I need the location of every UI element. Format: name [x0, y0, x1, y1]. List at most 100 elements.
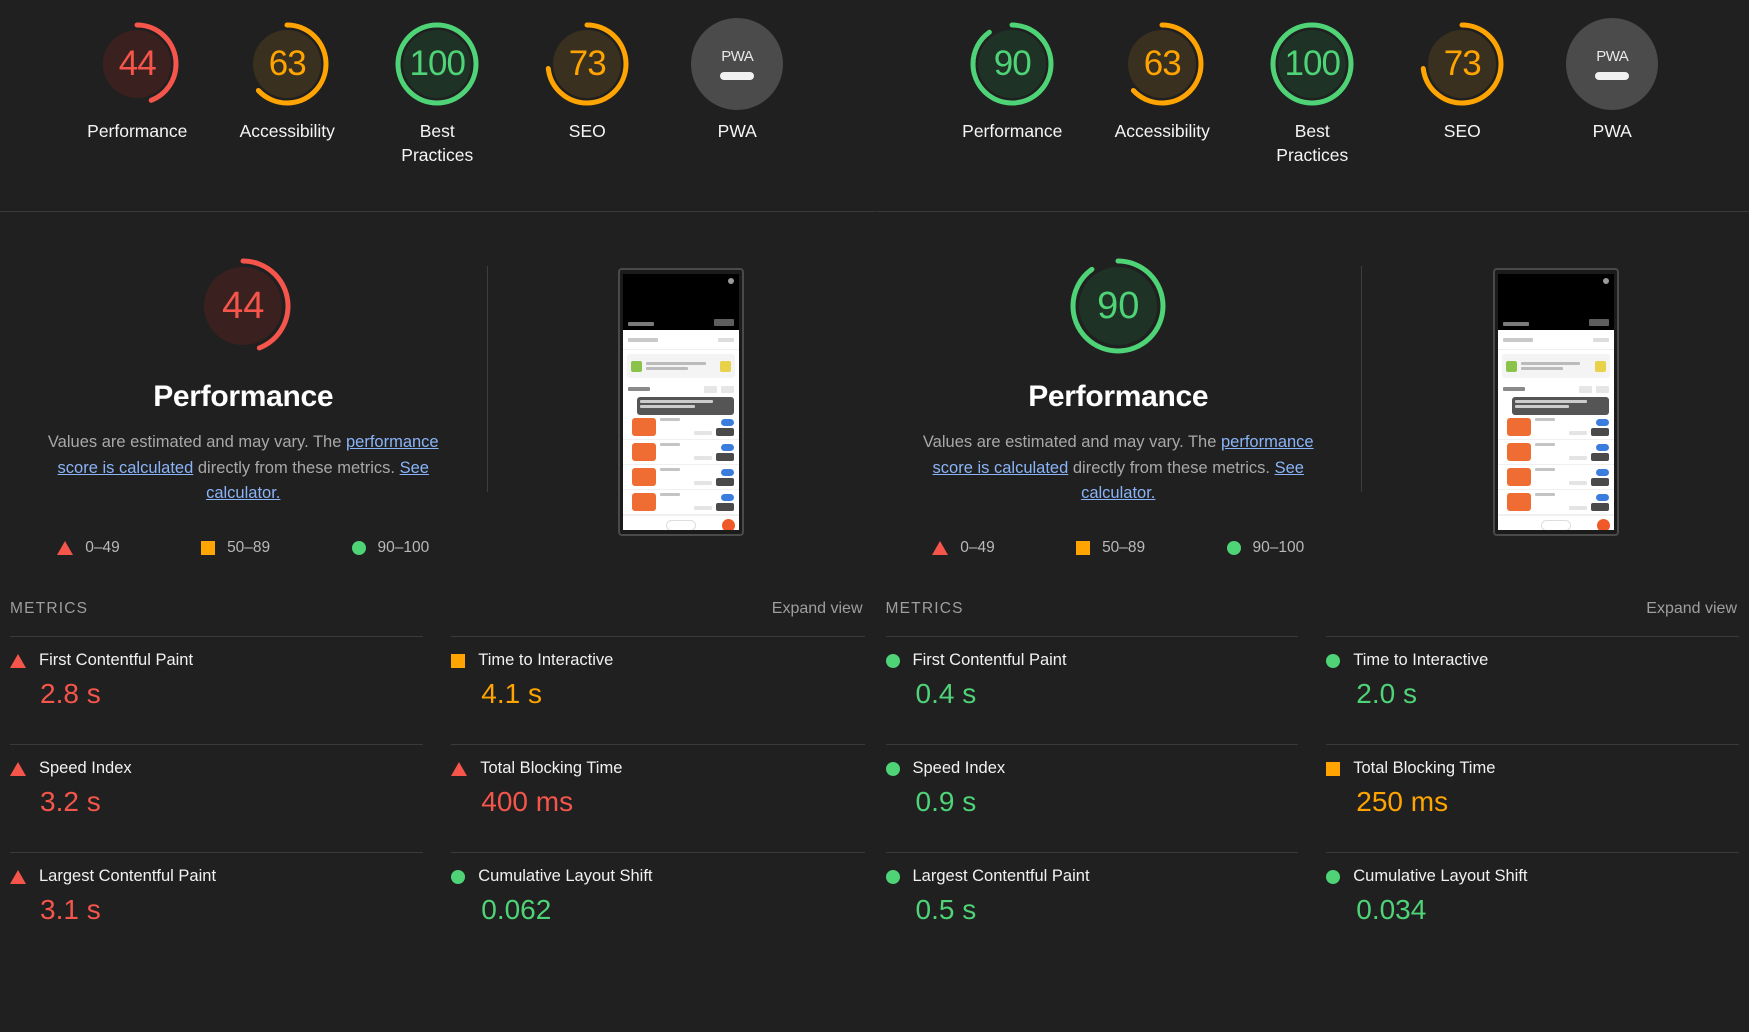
- circle-icon: [885, 761, 900, 776]
- gauge-score-value: 100: [409, 44, 466, 83]
- metric-largest-contentful-paint[interactable]: Largest Contentful Paint 3.1 s: [10, 852, 424, 960]
- gauge-best-practices[interactable]: 100 Best Practices: [367, 18, 507, 167]
- metric-time-to-interactive[interactable]: Time to Interactive 4.1 s: [451, 636, 865, 744]
- circle-icon: [1326, 653, 1341, 668]
- final-screenshot-container: [486, 266, 875, 536]
- score-gauge-strip: 90 Performance 63 Accessibility 100 Best…: [875, 0, 1749, 212]
- metric-cumulative-layout-shift[interactable]: Cumulative Layout Shift 0.062: [451, 852, 865, 960]
- legend-range: 90–100: [1252, 538, 1305, 556]
- metrics-header: METRICS Expand view: [876, 582, 1749, 636]
- gauge-accessibility[interactable]: 63 Accessibility: [217, 18, 357, 144]
- circle-icon: [885, 653, 900, 668]
- metric-speed-index[interactable]: Speed Index 3.2 s: [10, 744, 424, 852]
- gauge-performance[interactable]: 44 Performance: [67, 18, 207, 144]
- gauge-ring-best-practices: 100: [391, 18, 483, 110]
- metric-first-contentful-paint[interactable]: First Contentful Paint 2.8 s: [10, 636, 424, 744]
- legend-item-good: 90–100: [1226, 538, 1305, 557]
- gauge-ring-best-practices: 100: [1266, 18, 1358, 110]
- performance-hero-section: 44 Performance Values are estimated and …: [0, 212, 875, 582]
- performance-summary: 44 Performance Values are estimated and …: [0, 254, 487, 557]
- gauge-performance[interactable]: 90 Performance: [942, 18, 1082, 144]
- legend-range: 0–49: [960, 538, 995, 556]
- metric-value: 2.8 s: [40, 678, 101, 709]
- gauge-ring-seo: 73: [541, 18, 633, 110]
- metric-value: 0.9 s: [915, 786, 977, 817]
- circle-icon: [451, 869, 466, 884]
- metric-label: Total Blocking Time: [480, 759, 623, 777]
- metric-speed-index[interactable]: Speed Index 0.9 s: [885, 744, 1299, 852]
- metric-value: 0.5 s: [915, 894, 977, 925]
- gauge-seo[interactable]: 73 SEO: [1392, 18, 1532, 144]
- gauge-label: Best Practices: [1276, 121, 1349, 165]
- legend-item-poor: 0–49: [932, 538, 995, 557]
- metric-label: Largest Contentful Paint: [912, 867, 1090, 885]
- gauge-label: Performance: [962, 121, 1063, 141]
- hero-description: Values are estimated and may vary. The p…: [920, 430, 1316, 507]
- gauge-ring-performance: 90: [966, 18, 1058, 110]
- gauge-label: Performance: [87, 121, 188, 141]
- gauge-accessibility[interactable]: 63 Accessibility: [1092, 18, 1232, 144]
- metric-value: 4.1 s: [481, 678, 542, 709]
- square-icon: [451, 653, 466, 668]
- final-screenshot-container: [1361, 266, 1749, 536]
- final-screenshot-thumbnail[interactable]: [618, 268, 744, 536]
- legend-range: 50–89: [227, 538, 271, 556]
- legend-item-poor: 0–49: [57, 538, 120, 557]
- desc-text-2: directly from these metrics.: [193, 458, 400, 477]
- hero-gauge-ring: 44: [191, 254, 295, 358]
- report-panel-after: 90 Performance 63 Accessibility 100 Best…: [874, 0, 1749, 1032]
- score-legend: 0–49 50–89 90–100: [43, 539, 443, 557]
- metric-total-blocking-time[interactable]: Total Blocking Time 400 ms: [451, 744, 865, 852]
- gauge-label: Accessibility: [1114, 121, 1210, 141]
- metric-label: Speed Index: [912, 759, 1006, 777]
- metrics-title: METRICS: [10, 600, 89, 617]
- metric-time-to-interactive[interactable]: Time to Interactive 2.0 s: [1326, 636, 1739, 744]
- gauge-best-practices[interactable]: 100 Best Practices: [1242, 18, 1382, 167]
- hero-gauge-ring: 90: [1066, 254, 1170, 358]
- circle-icon: [1326, 869, 1341, 884]
- pwa-badge-icon: PWA: [691, 18, 784, 110]
- gauge-score-value: 100: [1284, 44, 1341, 83]
- metrics-grid: First Contentful Paint 0.4 s Time to Int…: [876, 636, 1749, 960]
- metric-first-contentful-paint[interactable]: First Contentful Paint 0.4 s: [885, 636, 1299, 744]
- gauge-ring-accessibility: 63: [241, 18, 333, 110]
- metric-value: 0.4 s: [915, 678, 977, 709]
- gauge-pwa[interactable]: PWA PWA: [1542, 18, 1682, 144]
- legend-item-average: 50–89: [201, 539, 270, 557]
- metric-label: Cumulative Layout Shift: [478, 867, 653, 885]
- metric-value: 3.1 s: [40, 894, 101, 925]
- metric-label: Cumulative Layout Shift: [1353, 867, 1528, 885]
- metric-cumulative-layout-shift[interactable]: Cumulative Layout Shift 0.034: [1326, 852, 1739, 960]
- metrics-grid: First Contentful Paint 2.8 s Time to Int…: [0, 636, 875, 960]
- gauge-ring-seo: 73: [1416, 18, 1508, 110]
- metric-label: First Contentful Paint: [39, 651, 194, 669]
- metric-total-blocking-time[interactable]: Total Blocking Time 250 ms: [1326, 744, 1739, 852]
- metric-value: 0.034: [1356, 894, 1427, 925]
- circle-icon: [885, 869, 900, 884]
- legend-range: 90–100: [377, 538, 430, 556]
- desc-text-2: directly from these metrics.: [1068, 458, 1275, 477]
- gauge-ring-accessibility: 63: [1116, 18, 1208, 110]
- metric-label: Total Blocking Time: [1353, 759, 1496, 777]
- final-screenshot-thumbnail[interactable]: [1492, 268, 1619, 536]
- pwa-dash-icon: [1595, 72, 1630, 80]
- triangle-icon: [57, 540, 74, 555]
- expand-view-button[interactable]: Expand view: [1646, 600, 1737, 618]
- metric-label: Time to Interactive: [1353, 651, 1489, 669]
- legend-range: 0–49: [85, 538, 120, 556]
- gauge-pwa[interactable]: PWA PWA: [667, 18, 807, 144]
- square-icon: [201, 540, 216, 555]
- gauge-label: PWA: [717, 121, 757, 141]
- gauge-label: PWA: [1592, 121, 1632, 141]
- expand-view-button[interactable]: Expand view: [772, 600, 863, 618]
- pwa-badge-text: PWA: [721, 48, 754, 65]
- metric-label: Speed Index: [39, 759, 132, 777]
- gauge-label: Accessibility: [239, 121, 335, 141]
- hero-title: Performance: [153, 380, 334, 413]
- legend-range: 50–89: [1102, 538, 1146, 556]
- gauge-score-value: 63: [1143, 44, 1182, 83]
- gauge-score-value: 44: [118, 44, 157, 83]
- metric-largest-contentful-paint[interactable]: Largest Contentful Paint 0.5 s: [885, 852, 1299, 960]
- metric-label: Largest Contentful Paint: [39, 867, 217, 885]
- gauge-seo[interactable]: 73 SEO: [517, 18, 657, 144]
